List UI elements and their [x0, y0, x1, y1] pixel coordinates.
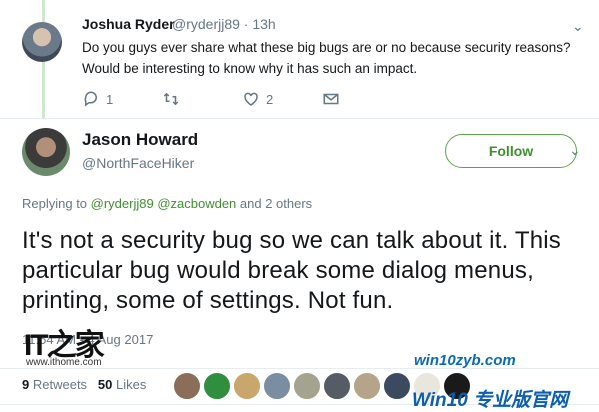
liker-avatar[interactable]	[233, 372, 261, 400]
replying-mentions-link[interactable]: @ryderjj89 @zacbowden	[91, 196, 237, 211]
liker-avatar[interactable]	[353, 372, 381, 400]
liker-avatar[interactable]	[173, 372, 201, 400]
divider	[0, 118, 599, 119]
ithome-url-watermark: www.ithome.com	[26, 357, 102, 368]
retweets-label[interactable]: Retweets	[33, 377, 87, 392]
reply-icon	[84, 91, 97, 107]
main-author-name[interactable]: Jason Howard	[82, 130, 198, 150]
liker-avatar[interactable]	[383, 372, 411, 400]
avatar-jason-howard[interactable]	[22, 128, 70, 176]
liker-avatar[interactable]	[203, 372, 231, 400]
retweet-action-button[interactable]	[162, 90, 186, 108]
main-more-chevron-down-icon[interactable]: ⌄	[569, 142, 581, 159]
reply-count: 1	[106, 91, 114, 107]
main-tweet-text: It's not a security bug so we can talk a…	[22, 227, 562, 314]
retweet-icon	[163, 92, 179, 106]
liker-avatar[interactable]	[263, 372, 291, 400]
main-author-handle[interactable]: @NorthFaceHiker	[82, 155, 194, 171]
likes-label[interactable]: Likes	[116, 377, 146, 392]
follow-button[interactable]: Follow	[445, 134, 577, 168]
liker-avatar[interactable]	[323, 372, 351, 400]
likes-count[interactable]: 50	[98, 377, 112, 392]
reply-author-name[interactable]: Joshua Ryder	[82, 16, 175, 32]
replying-suffix[interactable]: and 2 others	[236, 196, 312, 211]
direct-message-button[interactable]	[322, 90, 340, 108]
reply-author-handle-time[interactable]: @ryderjj89 · 13h	[172, 16, 276, 32]
liker-avatar[interactable]	[293, 372, 321, 400]
win10zyb-url-watermark: win10zyb.com	[414, 352, 516, 369]
replying-prefix: Replying to	[22, 196, 91, 211]
win10-site-watermark: Win10 专业版官网	[412, 390, 569, 411]
reply-tweet-text: Do you guys ever share what these big bu…	[82, 40, 571, 76]
avatar-joshua-ryder[interactable]	[22, 22, 62, 62]
tweet-stats: 9 Retweets 50 Likes	[22, 377, 146, 392]
like-action-button[interactable]: 2	[242, 90, 273, 108]
heart-icon	[244, 92, 258, 106]
envelope-icon	[323, 93, 339, 105]
like-count: 2	[266, 91, 274, 107]
reply-more-chevron-down-icon[interactable]: ⌄	[572, 18, 584, 35]
retweets-count[interactable]: 9	[22, 377, 29, 392]
replying-to-line: Replying to @ryderjj89 @zacbowden and 2 …	[22, 196, 312, 211]
reply-action-button[interactable]: 1	[82, 90, 113, 108]
